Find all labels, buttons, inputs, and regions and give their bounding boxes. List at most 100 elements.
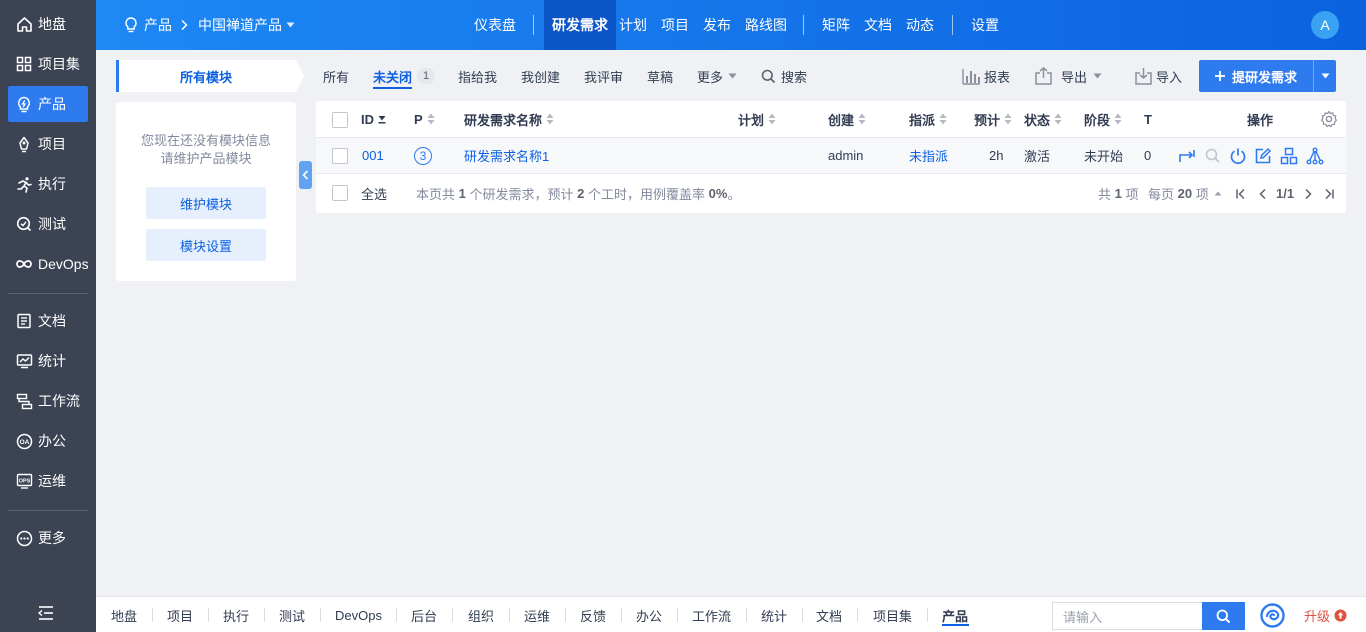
sidebar-item-qa[interactable]: 测试 [8, 206, 88, 242]
tab-created-by-me[interactable]: 我创建 [521, 64, 560, 88]
product-switcher[interactable]: 中国禅道产品 [198, 0, 295, 50]
svg-text:OA: OA [19, 439, 29, 446]
bottom-nav-ops[interactable]: 运维 [524, 597, 550, 632]
story-name-link[interactable]: 研发需求名称1 [464, 138, 549, 173]
select-all-checkbox[interactable] [332, 185, 348, 201]
table-settings-gear-icon[interactable] [1320, 101, 1338, 137]
topnav-project[interactable]: 项目 [661, 0, 689, 50]
sidebar-item-bi[interactable]: 统计 [8, 343, 88, 379]
menu-collapse-icon[interactable] [36, 604, 56, 622]
bottom-divider [857, 608, 858, 622]
bottom-nav-dashboard[interactable]: 地盘 [111, 597, 137, 632]
sidebar-item-program[interactable]: 项目集 [8, 46, 88, 82]
sidebar-item-product[interactable]: 产品 [8, 86, 88, 122]
bottom-nav-admin[interactable]: 后台 [411, 597, 437, 632]
column-tasks[interactable]: T [1144, 101, 1152, 137]
review-search-icon[interactable] [1204, 147, 1222, 165]
first-page-icon[interactable] [1235, 174, 1247, 213]
column-creator[interactable]: 创建 [828, 101, 866, 137]
tab-draft[interactable]: 草稿 [647, 64, 673, 88]
column-priority[interactable]: P [414, 101, 435, 137]
tab-assigned-to-me[interactable]: 指给我 [458, 64, 497, 88]
topnav-release[interactable]: 发布 [703, 0, 731, 50]
next-page-icon[interactable] [1303, 174, 1313, 213]
bottom-divider [264, 608, 265, 622]
sidebar-item-workflow[interactable]: 工作流 [8, 383, 88, 419]
bottom-nav-program[interactable]: 项目集 [873, 597, 912, 632]
close-story-power-icon[interactable] [1229, 147, 1247, 165]
bottom-nav-oa[interactable]: 办公 [636, 597, 662, 632]
column-plan[interactable]: 计划 [738, 101, 776, 137]
column-stage[interactable]: 阶段 [1084, 101, 1122, 137]
column-estimate[interactable]: 预计 [974, 101, 1012, 137]
bottom-nav-execution[interactable]: 执行 [223, 597, 249, 632]
sidebar-item-doc[interactable]: 文档 [8, 303, 88, 339]
zentao-logo-icon[interactable] [1260, 603, 1285, 628]
topnav-dynamic[interactable]: 动态 [906, 0, 934, 50]
bottom-nav-feedback[interactable]: 反馈 [580, 597, 606, 632]
bottom-nav-bi[interactable]: 统计 [761, 597, 787, 632]
bottom-nav-project[interactable]: 项目 [167, 597, 193, 632]
tab-count-badge: 1 [417, 68, 436, 84]
topnav-matrix[interactable]: 矩阵 [822, 0, 850, 50]
prev-page-icon[interactable] [1258, 174, 1268, 213]
tab-all[interactable]: 所有 [323, 64, 349, 88]
report-button[interactable]: 报表 [962, 64, 1010, 88]
topnav-plan[interactable]: 计划 [619, 0, 647, 50]
global-search-input[interactable]: 请输入 [1052, 602, 1202, 630]
import-button[interactable]: 导入 [1134, 64, 1182, 88]
sidebar-item-execution[interactable]: 执行 [8, 166, 88, 202]
column-status[interactable]: 状态 [1024, 101, 1062, 137]
column-name[interactable]: 研发需求名称 [464, 101, 554, 137]
sidebar-item-dashboard[interactable]: 地盘 [8, 6, 88, 42]
breadcrumb-separator-icon [180, 0, 188, 50]
sidebar-item-ops[interactable]: OPS 运维 [8, 463, 88, 499]
column-assigned[interactable]: 指派 [909, 101, 947, 137]
last-page-icon[interactable] [1323, 174, 1335, 213]
sidebar-item-oa[interactable]: OA 办公 [8, 423, 88, 459]
topnav-dashboard[interactable]: 仪表盘 [474, 0, 516, 50]
bottom-nav-product[interactable]: 产品 [942, 597, 968, 632]
edit-icon[interactable] [1254, 147, 1272, 165]
bottom-nav-workflow[interactable]: 工作流 [692, 597, 731, 632]
assign-link[interactable]: 未指派 [909, 138, 948, 173]
collapse-sidebar-handle[interactable] [299, 161, 312, 189]
column-id[interactable]: ID [361, 101, 386, 137]
row-checkbox[interactable] [332, 148, 348, 164]
sidebar-item-project[interactable]: 项目 [8, 126, 88, 162]
tab-more[interactable]: 更多 [697, 64, 737, 88]
workflow-icon [15, 392, 33, 410]
search-toggle[interactable]: 搜索 [761, 64, 807, 88]
module-tab[interactable]: 所有模块 [116, 60, 306, 92]
bottom-nav-qa[interactable]: 测试 [279, 597, 305, 632]
story-id-link[interactable]: 001 [362, 138, 384, 173]
global-search-button[interactable] [1202, 602, 1245, 630]
relation-tree-icon[interactable] [1306, 147, 1324, 165]
bottom-active-indicator [942, 624, 969, 626]
topnav-doc[interactable]: 文档 [864, 0, 892, 50]
avatar[interactable]: A [1311, 11, 1339, 39]
tab-unclosed[interactable]: 未关闭 1 [373, 64, 436, 88]
sidebar-item-more[interactable]: 更多 [8, 520, 88, 556]
module-settings-button[interactable]: 模块设置 [146, 229, 266, 261]
topnav-story[interactable]: 研发需求 [544, 0, 616, 50]
tab-reviewed-by-me[interactable]: 我评审 [584, 64, 623, 88]
upgrade-link[interactable]: 升级 [1304, 597, 1347, 632]
bottom-nav-doc[interactable]: 文档 [816, 597, 842, 632]
topnav-settings[interactable]: 设置 [971, 0, 999, 50]
sidebar-item-devops[interactable]: DevOps [8, 246, 89, 282]
module-panel: 您现在还没有模块信息 请维护产品模块 维护模块 模块设置 [116, 102, 296, 281]
create-story-button[interactable]: 提研发需求 [1199, 60, 1312, 92]
breadcrumb-product[interactable]: 产品 [124, 0, 172, 50]
maintain-module-button[interactable]: 维护模块 [146, 187, 266, 219]
change-story-icon[interactable] [1178, 147, 1196, 165]
per-page-selector[interactable]: 每页 20 项 [1148, 174, 1222, 213]
header-checkbox[interactable] [332, 112, 348, 128]
topnav-roadmap[interactable]: 路线图 [745, 0, 787, 50]
create-story-dropdown[interactable] [1313, 60, 1336, 92]
bottom-nav-company[interactable]: 组织 [468, 597, 494, 632]
subdivide-icon[interactable] [1280, 147, 1298, 165]
export-button[interactable]: 导出 [1034, 64, 1102, 88]
select-all-label[interactable]: 全选 [361, 174, 387, 213]
bottom-nav-devops[interactable]: DevOps [335, 597, 382, 632]
